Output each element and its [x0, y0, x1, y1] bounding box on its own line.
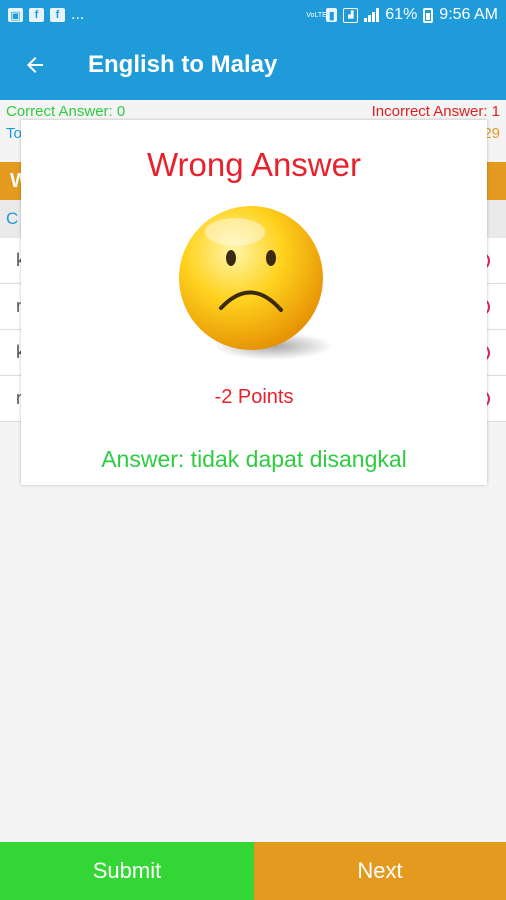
- volte-icon: VoLTE: [306, 11, 327, 19]
- score-row: Correct Answer: 0 Incorrect Answer: 1: [0, 100, 506, 122]
- battery-icon: [423, 7, 434, 23]
- correct-answer-count: Correct Answer: 0: [6, 102, 126, 120]
- battery-percent: 61%: [385, 6, 418, 23]
- arrow-left-icon: [27, 57, 43, 73]
- incorrect-answer-count: Incorrect Answer: 1: [371, 102, 500, 120]
- image-icon: ▣: [8, 8, 23, 22]
- correct-answer-text: Answer: tidak dapat disangkal: [101, 446, 407, 472]
- status-bar: ▣ f f ... VoLTE ▮ ▟ 61% 9:56 AM: [0, 0, 506, 30]
- signal-lte-icon: ▟: [343, 7, 359, 23]
- next-button[interactable]: Next: [254, 842, 506, 900]
- signal-bars-icon: [364, 8, 380, 22]
- result-dialog: Wrong Answer -2 Points Answer: tidak dap…: [21, 120, 487, 485]
- app-bar: English to Malay: [0, 30, 506, 100]
- sim-icon: ▮: [326, 8, 338, 22]
- page-title: English to Malay: [88, 51, 278, 78]
- facebook-icon: f: [29, 8, 44, 22]
- submit-button[interactable]: Submit: [0, 842, 254, 900]
- more-notifications: ...: [71, 6, 85, 23]
- facebook-icon: f: [50, 8, 65, 22]
- dialog-title: Wrong Answer: [147, 146, 361, 183]
- points-penalty: -2 Points: [214, 386, 294, 408]
- status-right: VoLTE ▮ ▟ 61% 9:56 AM: [306, 6, 498, 24]
- clock: 9:56 AM: [439, 6, 498, 23]
- back-button[interactable]: [0, 30, 70, 100]
- sad-face-icon: [179, 206, 333, 360]
- status-left: ▣ f f ...: [8, 6, 84, 24]
- total-label: To: [6, 124, 22, 142]
